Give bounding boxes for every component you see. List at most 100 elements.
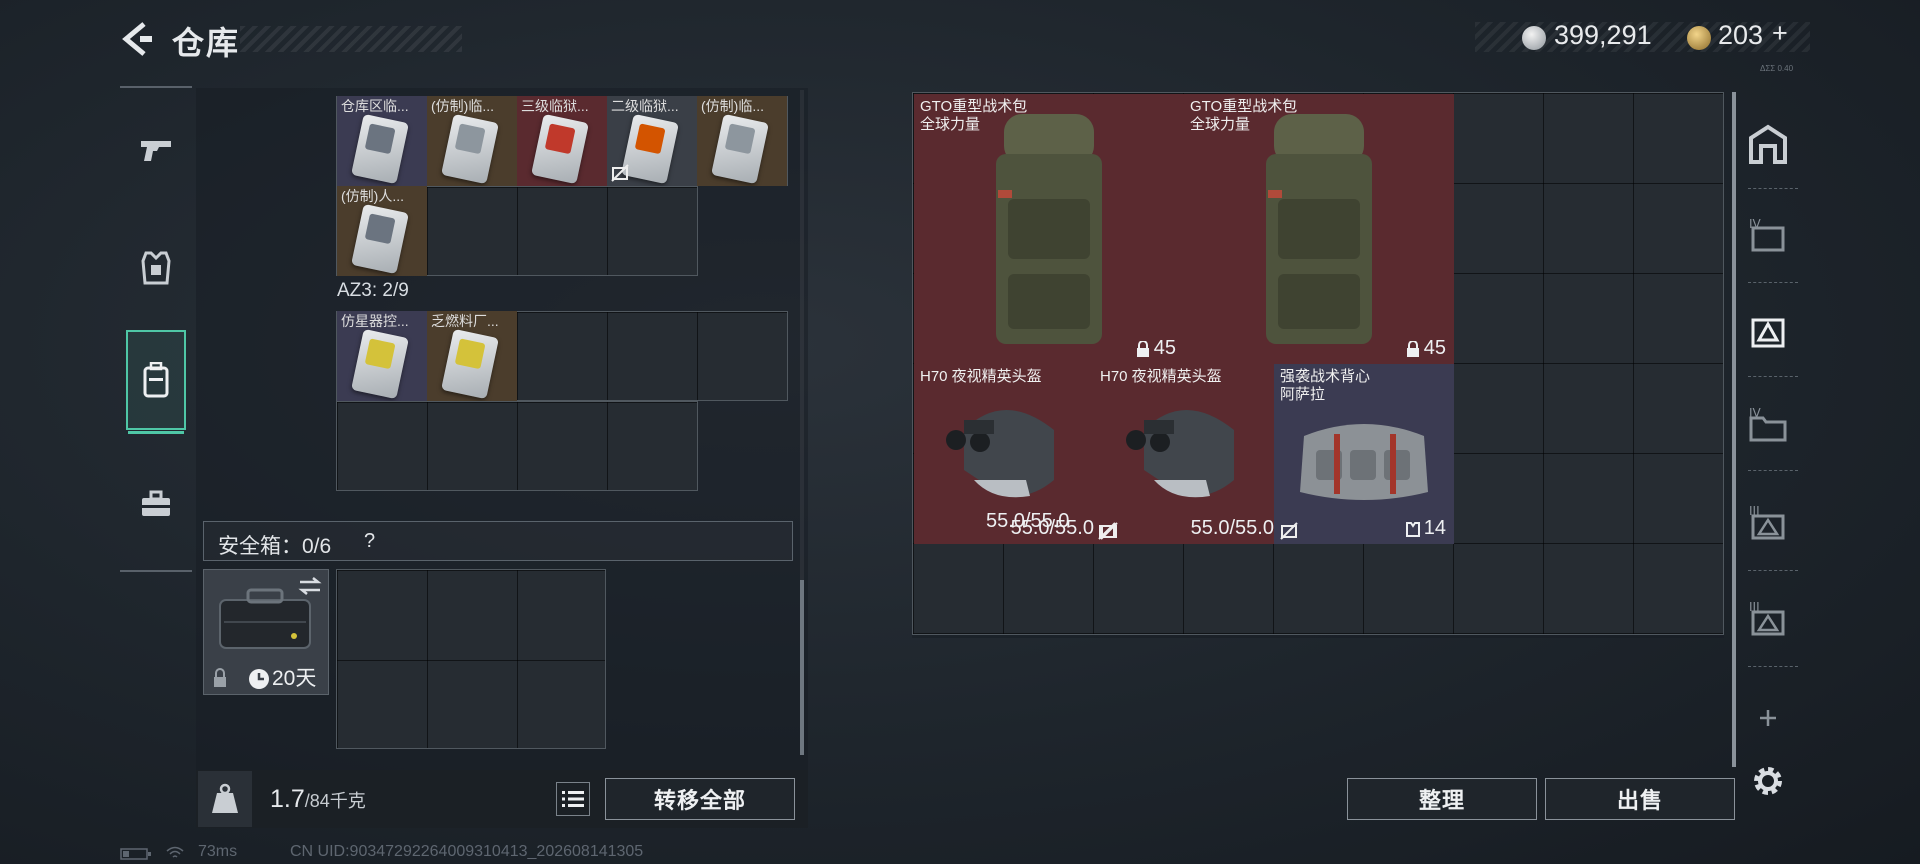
stash-tab-iv-icon: IV xyxy=(1749,217,1785,252)
tab-divider xyxy=(1748,470,1798,471)
stash-scrollbar[interactable] xyxy=(1732,92,1736,767)
battery-icon xyxy=(120,848,151,860)
silver-coin-icon xyxy=(1522,26,1546,50)
pistol-icon xyxy=(141,141,171,161)
tab-divider xyxy=(1748,188,1798,189)
weight-current: 1.7 xyxy=(270,785,305,813)
access-card-icon xyxy=(351,328,409,400)
lock-icon xyxy=(1406,340,1419,357)
backpack-icon xyxy=(143,362,169,398)
nav-toolkit[interactable] xyxy=(126,454,186,554)
inventory-item[interactable]: 三级临狱... xyxy=(517,96,607,186)
stash-tab-iii[interactable]: III xyxy=(1744,500,1792,548)
stash-tab-iv[interactable]: IV xyxy=(1744,212,1792,260)
no-trade-icon xyxy=(1280,522,1298,540)
add-gold-button[interactable]: + xyxy=(1772,18,1788,49)
az3-grid xyxy=(336,401,698,491)
gear-icon xyxy=(1754,767,1782,795)
backpack-item-icon xyxy=(1266,114,1372,344)
safe-case-item[interactable]: 20天 xyxy=(203,569,329,695)
inventory-item[interactable]: (仿制)临... xyxy=(697,96,787,186)
stash-item[interactable]: GTO重型战术包 全球力量 45 xyxy=(1184,94,1454,364)
svg-text:III: III xyxy=(1749,504,1760,518)
backpack-item-icon xyxy=(996,114,1102,344)
tab-divider xyxy=(1748,282,1798,283)
helmet-durability: 55.0/55.0 xyxy=(986,510,1070,532)
transfer-all-button[interactable]: 转移全部 xyxy=(605,778,795,820)
item-stat: 45 xyxy=(1406,337,1446,360)
inventory-item[interactable]: (仿制)人... xyxy=(337,186,427,276)
item-stat: 45 xyxy=(1136,337,1176,360)
inventory-item[interactable]: 仓库区临... xyxy=(337,96,427,186)
item-stat-value: 45 xyxy=(1423,337,1446,359)
swap-icon[interactable] xyxy=(298,576,322,596)
access-card-icon xyxy=(621,113,679,185)
lock-icon xyxy=(1136,340,1149,357)
stash-tab-active[interactable] xyxy=(1744,308,1792,356)
inventory-scroll-thumb[interactable] xyxy=(800,580,804,755)
stash-item[interactable]: GTO重型战术包 全球力量 45 xyxy=(914,94,1184,364)
tab-divider xyxy=(1748,376,1798,377)
title-decoration xyxy=(240,26,462,52)
tab-divider xyxy=(1748,666,1798,667)
item-label: (仿制)临... xyxy=(701,98,764,114)
weight-max: /84千克 xyxy=(304,791,366,811)
weight-readout: 1.7/84千克 xyxy=(270,785,366,814)
item-label: (仿制)临... xyxy=(431,98,494,114)
no-trade-icon xyxy=(611,164,629,182)
safe-box-label: 安全箱：0/6 xyxy=(218,535,332,558)
item-label: 三级临狱... xyxy=(521,98,589,114)
tab-divider xyxy=(1748,570,1798,571)
list-icon xyxy=(562,791,584,807)
lock-icon xyxy=(214,668,226,687)
sort-button[interactable]: 整理 xyxy=(1347,778,1537,820)
version-text: ΔΣΣ 0.40 xyxy=(1760,64,1794,73)
svg-text:IV: IV xyxy=(1749,406,1762,420)
item-name: GTO重型战术包 全球力量 xyxy=(920,98,1028,133)
sell-button[interactable]: 出售 xyxy=(1545,778,1735,820)
gold-currency: 203 xyxy=(1718,20,1764,50)
access-card-icon xyxy=(531,113,589,185)
add-stash-tab-button[interactable] xyxy=(1744,694,1792,742)
nav-armor[interactable] xyxy=(126,218,186,318)
stash-tab-iii-b-icon: III xyxy=(1749,600,1785,636)
stash-home-icon xyxy=(1749,124,1787,164)
gold-coin-icon xyxy=(1687,26,1711,50)
item-name: GTO重型战术包 全球力量 xyxy=(1190,98,1298,133)
vest-item-icon xyxy=(1300,424,1428,500)
inventory-item[interactable]: 乏燃料厂... xyxy=(427,311,517,401)
access-card-icon xyxy=(441,328,499,400)
stash-tab-folder[interactable]: IV xyxy=(1744,402,1792,450)
item-label: (仿制)人... xyxy=(341,188,404,204)
item-name: H70 夜视精英头盔 xyxy=(1100,368,1222,385)
stash-tab-active-icon xyxy=(1751,318,1785,348)
list-view-button[interactable] xyxy=(556,782,590,816)
stash-item[interactable]: 强袭战术背心 阿萨拉 14 xyxy=(1274,364,1454,544)
settings-button[interactable] xyxy=(1744,757,1792,805)
chevron-left-icon xyxy=(122,22,152,56)
safe-box-grid xyxy=(336,569,606,749)
item-stat-value: 55.0/55.0 xyxy=(1190,517,1274,539)
item-stat: 55.0/55.0 xyxy=(1191,517,1274,540)
weight-kg-icon xyxy=(212,783,238,813)
vest-stat-icon xyxy=(1405,521,1420,537)
plus-icon xyxy=(1760,710,1776,726)
weight-box xyxy=(198,771,252,827)
item-label: 仓库区临... xyxy=(341,98,409,114)
ping-text: 73ms xyxy=(198,843,238,860)
access-card-icon xyxy=(711,113,769,185)
az3-label: AZ3: 2/9 xyxy=(337,280,409,301)
back-button[interactable] xyxy=(120,20,154,58)
svg-text:IV: IV xyxy=(1749,217,1762,231)
stash-tab-iii-b[interactable]: III xyxy=(1744,596,1792,644)
svg-text:III: III xyxy=(1749,600,1760,614)
nav-weapons[interactable] xyxy=(126,100,186,200)
nav-backpack[interactable] xyxy=(126,330,186,434)
clock-icon xyxy=(249,669,269,689)
inventory-item[interactable]: (仿制)临... xyxy=(427,96,517,186)
inventory-item[interactable]: 二级临狱... xyxy=(607,96,697,186)
stash-tab-home[interactable] xyxy=(1744,120,1792,168)
stash-item[interactable]: H70 夜视精英头盔 55.0/55.0 xyxy=(1094,364,1274,544)
inventory-item[interactable]: 仿星器控... xyxy=(337,311,427,401)
help-button[interactable]: ? xyxy=(364,530,375,553)
